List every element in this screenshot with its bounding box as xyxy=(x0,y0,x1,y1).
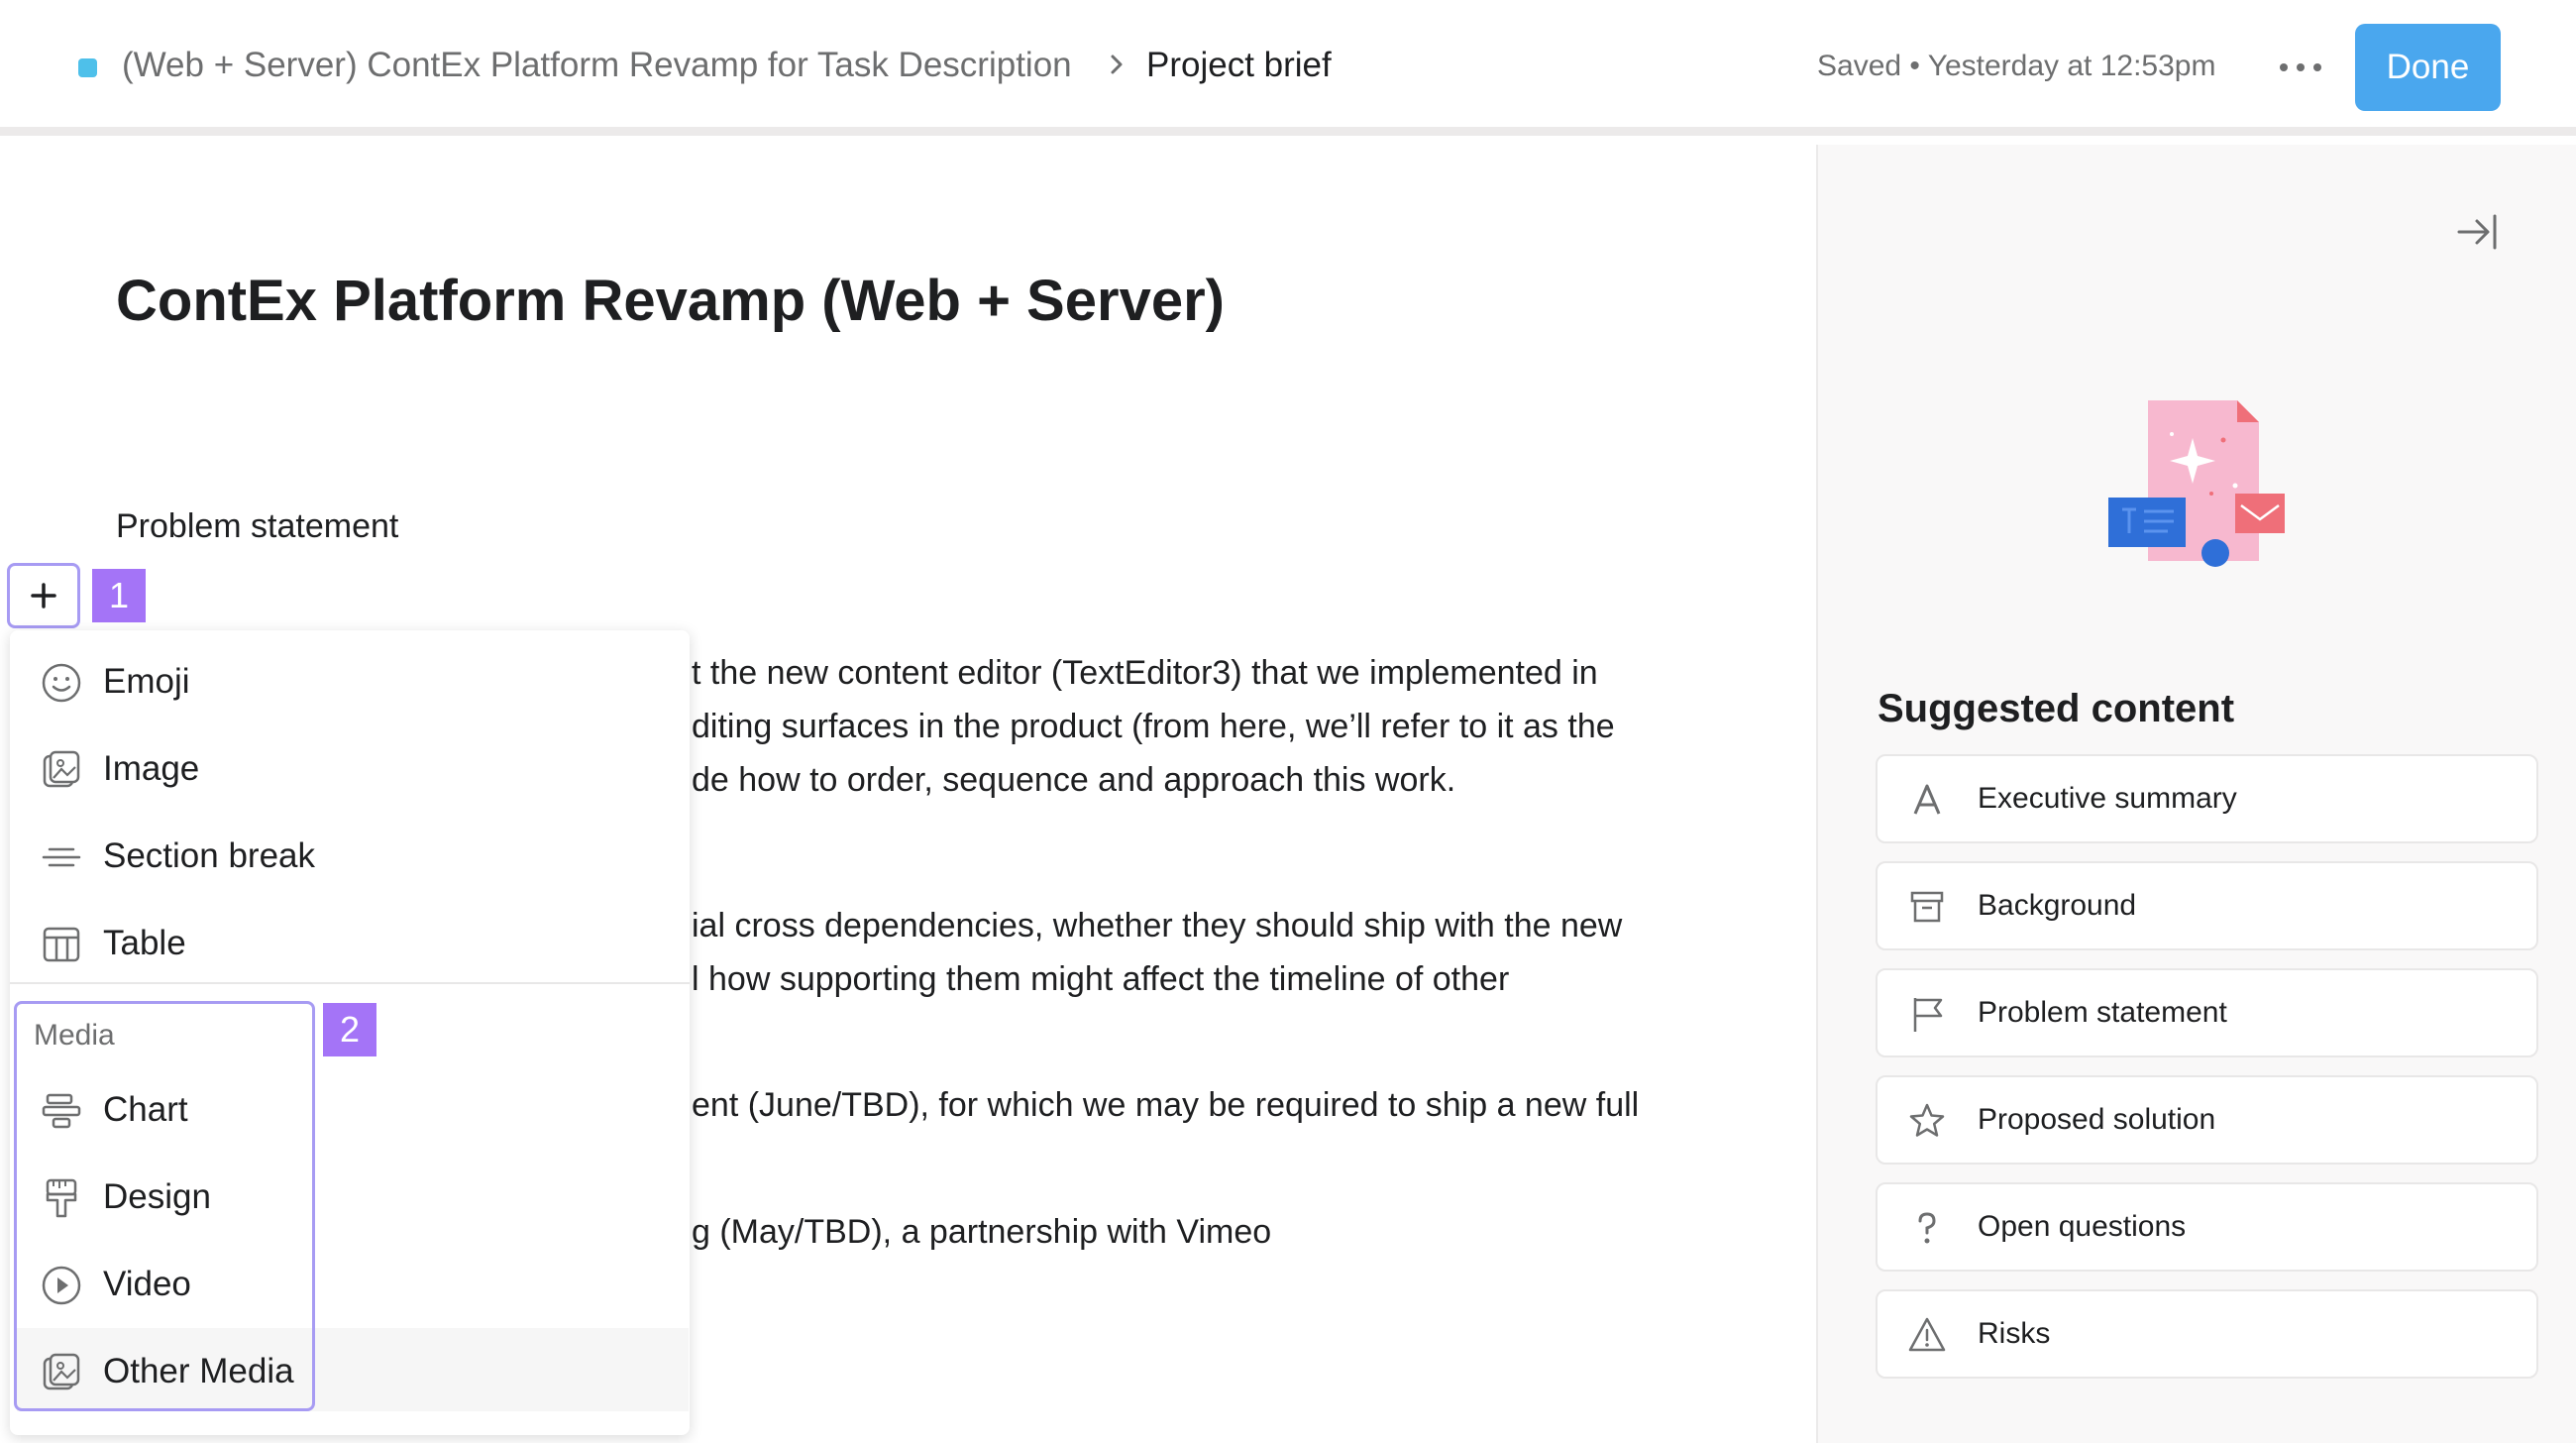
image-icon xyxy=(43,750,80,788)
collapse-panel-icon[interactable] xyxy=(2453,208,2501,256)
star-icon xyxy=(1909,1103,1945,1137)
menu-item-other-media[interactable]: Other Media xyxy=(10,1330,307,1415)
top-bar: (Web + Server) ContEx Platform Revamp fo… xyxy=(0,0,2576,136)
breadcrumb-project[interactable]: (Web + Server) ContEx Platform Revamp fo… xyxy=(122,46,1072,85)
menu-item-label: Other Media xyxy=(103,1352,294,1390)
menu-item-video[interactable]: Video xyxy=(10,1243,307,1328)
menu-item-label: Chart xyxy=(103,1090,188,1129)
menu-item-label: Design xyxy=(103,1177,211,1216)
menu-item-label: Emoji xyxy=(103,662,190,701)
suggestion-label: Proposed solution xyxy=(1978,1103,2216,1136)
document-sparkle-illustration xyxy=(2108,400,2285,567)
section-break-icon xyxy=(42,847,81,867)
chart-icon xyxy=(42,1093,81,1129)
suggestion-open-questions[interactable]: Open questions xyxy=(1876,1182,2538,1272)
menu-section-heading: Media xyxy=(34,1019,115,1052)
menu-item-label: Section break xyxy=(103,836,316,875)
suggestion-label: Executive summary xyxy=(1978,782,2237,815)
suggestion-problem-statement[interactable]: Problem statement xyxy=(1876,968,2538,1057)
insert-button[interactable] xyxy=(7,563,80,628)
ellipsis-icon xyxy=(2280,63,2321,71)
body-text-line[interactable]: l how supporting them might affect the t… xyxy=(692,960,1509,999)
chevron-right-icon xyxy=(1111,55,1123,74)
design-icon xyxy=(46,1178,77,1218)
menu-item-image[interactable]: Image xyxy=(10,727,690,813)
other-media-icon xyxy=(43,1353,80,1390)
video-icon xyxy=(42,1266,81,1305)
flag-icon xyxy=(1913,998,1943,1032)
question-icon xyxy=(1918,1212,1936,1244)
document-title[interactable]: ContEx Platform Revamp (Web + Server) xyxy=(116,268,1225,334)
plus-icon xyxy=(31,583,56,609)
suggestion-risks[interactable]: Risks xyxy=(1876,1289,2538,1379)
text-a-icon xyxy=(1913,784,1941,815)
warning-icon xyxy=(1908,1317,1946,1352)
body-text-line[interactable]: ial cross dependencies, whether they sho… xyxy=(692,907,1622,945)
suggestion-label: Background xyxy=(1978,889,2137,922)
body-text-line[interactable]: diting surfaces in the product (from her… xyxy=(692,708,1615,746)
table-icon xyxy=(43,927,80,962)
done-button[interactable]: Done xyxy=(2355,24,2501,111)
more-options-button[interactable] xyxy=(2275,44,2326,91)
body-text-line[interactable]: de how to order, sequence and approach t… xyxy=(692,761,1455,800)
suggestion-background[interactable]: Background xyxy=(1876,861,2538,950)
saved-status: Saved • Yesterday at 12:53pm xyxy=(1817,50,2216,82)
annotation-badge: 1 xyxy=(92,569,146,622)
emoji-icon xyxy=(42,663,81,703)
menu-item-table[interactable]: Table xyxy=(10,902,690,987)
menu-item-label: Table xyxy=(103,924,186,962)
body-text-line[interactable]: ent (June/TBD), for which we may be requ… xyxy=(692,1086,1639,1125)
menu-item-section-break[interactable]: Section break xyxy=(10,815,690,900)
section-heading[interactable]: Problem statement xyxy=(116,507,398,546)
menu-item-design[interactable]: Design xyxy=(10,1156,307,1241)
suggestion-label: Open questions xyxy=(1978,1210,2187,1243)
menu-item-chart[interactable]: Chart xyxy=(10,1068,307,1154)
menu-item-label: Video xyxy=(103,1265,191,1303)
body-text-line[interactable]: t the new content editor (TextEditor3) t… xyxy=(692,654,1598,693)
body-text-line[interactable]: g (May/TBD), a partnership with Vimeo xyxy=(692,1213,1271,1252)
project-color-icon xyxy=(78,58,97,77)
suggestion-label: Risks xyxy=(1978,1317,2051,1350)
suggestion-proposed-solution[interactable]: Proposed solution xyxy=(1876,1075,2538,1165)
suggestion-executive-summary[interactable]: Executive summary xyxy=(1876,754,2538,843)
archive-icon xyxy=(1910,891,1944,923)
annotation-badge: 2 xyxy=(323,1003,376,1056)
menu-item-label: Image xyxy=(103,749,200,788)
menu-item-emoji[interactable]: Emoji xyxy=(10,640,690,725)
suggested-content-title: Suggested content xyxy=(1878,687,2235,730)
breadcrumb-current: Project brief xyxy=(1146,46,1332,84)
menu-divider xyxy=(10,982,690,984)
suggestion-label: Problem statement xyxy=(1978,996,2227,1029)
